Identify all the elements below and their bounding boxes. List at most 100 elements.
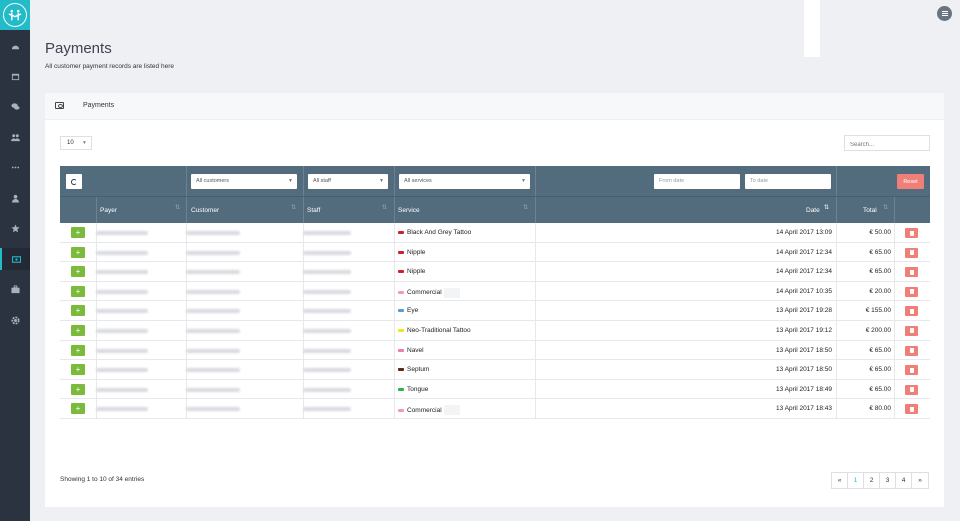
- staff-filter-value: All staff: [313, 178, 331, 184]
- expand-row-button[interactable]: +: [71, 227, 85, 238]
- chat-icon[interactable]: [0, 95, 30, 117]
- table-row: + Neo-Traditional Tattoo 13 April 2017 19:…: [60, 320, 930, 341]
- expand-row-button[interactable]: +: [71, 266, 85, 278]
- delete-button[interactable]: [905, 404, 918, 415]
- total-cell: € 65.00: [869, 385, 891, 393]
- payer-cell: [96, 250, 148, 255]
- sort-icon[interactable]: ⇅: [175, 204, 180, 211]
- delete-button[interactable]: [905, 365, 918, 376]
- chevron-down-icon: ▼: [521, 178, 526, 184]
- expand-row-button[interactable]: +: [71, 364, 85, 376]
- column-header-service[interactable]: Service: [398, 207, 420, 214]
- expand-row-button[interactable]: +: [71, 305, 85, 317]
- service-cell: Eye: [398, 307, 418, 314]
- column-header-date[interactable]: Date: [806, 207, 820, 214]
- service-color-swatch: [398, 231, 404, 234]
- trash-icon: [909, 308, 914, 314]
- customer-cell: [186, 289, 240, 294]
- refresh-button[interactable]: [66, 174, 82, 189]
- pagination-next[interactable]: »: [912, 473, 928, 488]
- service-cell: Septum: [398, 366, 429, 373]
- service-color-swatch: [398, 328, 404, 332]
- pagination-page-2[interactable]: 2: [864, 473, 880, 488]
- date-cell: 13 April 2017 19:12: [775, 326, 832, 334]
- chevron-down-icon: ▼: [379, 178, 384, 184]
- pagination-prev[interactable]: «: [832, 473, 848, 488]
- customer-cell: [186, 231, 240, 235]
- expand-row-button[interactable]: +: [71, 344, 85, 356]
- calendar-icon[interactable]: [0, 65, 30, 87]
- customer-filter[interactable]: All customers ▼: [191, 174, 297, 189]
- table-row: + Nipple 14 April 2017 12:34 € 65.00: [60, 262, 930, 282]
- service-cell: Navel: [398, 347, 424, 354]
- from-date-input[interactable]: From date: [654, 174, 740, 189]
- reset-button[interactable]: Reset: [897, 174, 924, 189]
- page-length-value: 10: [67, 140, 74, 146]
- delete-button[interactable]: [905, 384, 918, 395]
- date-cell: 14 April 2017 13:09: [775, 229, 832, 236]
- payer-cell: [96, 348, 148, 353]
- search-input[interactable]: [844, 135, 930, 151]
- total-cell: € 155.00: [865, 307, 891, 315]
- total-cell: € 200.00: [865, 326, 891, 334]
- table-header: Payer ⇅ Customer ⇅ Staff ⇅ Service ⇅ Dat…: [60, 196, 930, 223]
- column-header-staff[interactable]: Staff: [307, 207, 320, 214]
- filter-row: All customers ▼ All staff ▼ All services…: [60, 166, 930, 196]
- chevron-down-icon: ▼: [82, 140, 87, 146]
- service-filter-value: All services: [404, 178, 432, 184]
- column-header-payer[interactable]: Payer: [100, 207, 117, 214]
- date-cell: 14 April 2017 10:35: [775, 287, 832, 295]
- delete-button[interactable]: [905, 345, 918, 356]
- pagination-page-4[interactable]: 4: [896, 473, 912, 488]
- sort-icon[interactable]: ⇅: [382, 204, 387, 211]
- service-color-swatch: [398, 408, 404, 412]
- sort-icon[interactable]: ⇅: [883, 204, 888, 211]
- star-icon[interactable]: [0, 217, 30, 239]
- service-cell: Neo-Traditional Tattoo: [398, 327, 471, 334]
- service-color-swatch: [398, 250, 404, 254]
- staff-cell: [303, 250, 351, 255]
- users-icon[interactable]: [0, 126, 30, 148]
- table-row: + Eye 13 April 2017 19:28 € 155.00: [60, 301, 930, 321]
- expand-row-button[interactable]: +: [71, 285, 85, 297]
- briefcase-icon[interactable]: [0, 278, 30, 300]
- sort-icon[interactable]: ⇅: [291, 204, 296, 211]
- date-cell: 13 April 2017 18:50: [775, 366, 832, 374]
- staff-filter[interactable]: All staff ▼: [308, 174, 388, 189]
- user-icon[interactable]: [0, 187, 30, 209]
- column-header-total[interactable]: Total: [863, 207, 877, 214]
- menu-button[interactable]: [937, 6, 952, 21]
- expand-row-button[interactable]: +: [71, 383, 85, 395]
- customer-filter-value: All customers: [196, 178, 230, 184]
- expand-row-button[interactable]: +: [71, 403, 85, 415]
- page-length-select[interactable]: 10 ▼: [60, 136, 92, 150]
- delete-button[interactable]: [905, 247, 918, 258]
- app-logo[interactable]: [0, 0, 30, 30]
- expand-row-button[interactable]: +: [71, 324, 85, 336]
- total-cell: € 20.00: [869, 287, 891, 295]
- date-cell: 13 April 2017 18:49: [775, 385, 832, 393]
- more-icon[interactable]: [0, 156, 30, 178]
- date-cell: 14 April 2017 12:34: [775, 268, 832, 276]
- service-name: Nipple: [407, 268, 426, 276]
- table-row: + Tongue 13 April 2017 18:49 € 65.00: [60, 379, 930, 400]
- customer-cell: [186, 387, 240, 392]
- delete-button[interactable]: [905, 325, 918, 336]
- delete-button[interactable]: [905, 306, 918, 317]
- column-header-customer[interactable]: Customer: [191, 207, 219, 214]
- pagination-page-1[interactable]: 1: [848, 473, 864, 488]
- delete-button[interactable]: [905, 267, 918, 278]
- pagination-page-3[interactable]: 3: [880, 473, 896, 488]
- sort-desc-icon[interactable]: ⇅: [824, 204, 829, 211]
- service-filter[interactable]: All services ▼: [399, 174, 530, 189]
- expand-row-button[interactable]: +: [71, 246, 85, 258]
- delete-button[interactable]: [905, 228, 918, 238]
- gear-icon[interactable]: [0, 309, 30, 331]
- payments-icon[interactable]: [0, 248, 30, 270]
- to-date-input[interactable]: To date: [745, 174, 831, 189]
- chevron-down-icon: ▼: [288, 178, 293, 184]
- date-cell: 13 April 2017 18:43: [775, 405, 832, 413]
- sort-icon[interactable]: ⇅: [523, 204, 528, 211]
- delete-button[interactable]: [905, 286, 918, 297]
- dashboard-icon[interactable]: [0, 35, 30, 57]
